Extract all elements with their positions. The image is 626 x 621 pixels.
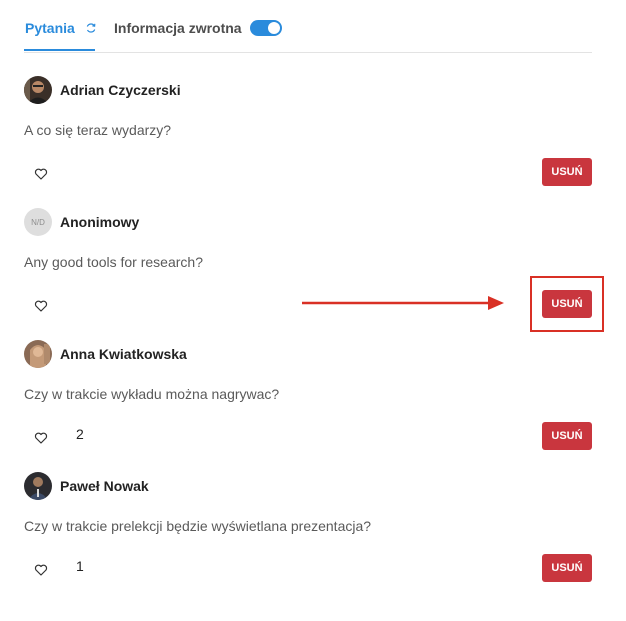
tab-bar: Pytania Informacja zwrotna bbox=[24, 0, 592, 53]
avatar: N/D bbox=[24, 208, 52, 236]
author-name: Anonimowy bbox=[60, 214, 140, 230]
author-name: Anna Kwiatkowska bbox=[60, 346, 187, 362]
like-count: 2 bbox=[76, 426, 84, 442]
toggle-knob bbox=[267, 22, 280, 34]
avatar bbox=[24, 472, 52, 500]
question-item: Adrian Czyczerski A co się teraz wydarzy… bbox=[24, 76, 592, 208]
question-item: Anna Kwiatkowska Czy w trakcie wykładu m… bbox=[24, 340, 592, 472]
tab-feedback-label: Informacja zwrotna bbox=[114, 20, 242, 36]
question-item: N/D Anonimowy Any good tools for researc… bbox=[24, 208, 592, 340]
question-text: Czy w trakcie prelekcji będzie wyświetla… bbox=[24, 518, 372, 534]
heart-icon[interactable] bbox=[34, 167, 48, 181]
active-tab-indicator bbox=[24, 49, 95, 51]
heart-icon[interactable] bbox=[34, 431, 48, 445]
feedback-toggle[interactable] bbox=[249, 20, 282, 36]
question-text: Any good tools for research? bbox=[24, 254, 203, 270]
delete-button[interactable]: USUŃ bbox=[542, 422, 592, 450]
like-count: 1 bbox=[76, 558, 84, 574]
heart-icon[interactable] bbox=[34, 299, 48, 313]
annotation-highlight-box bbox=[530, 276, 604, 332]
tab-questions[interactable]: Pytania bbox=[25, 18, 97, 38]
author-name: Adrian Czyczerski bbox=[60, 82, 181, 98]
question-text: A co się teraz wydarzy? bbox=[24, 122, 172, 138]
question-item: Paweł Nowak Czy w trakcie prelekcji będz… bbox=[24, 472, 592, 604]
refresh-icon[interactable] bbox=[85, 22, 97, 34]
avatar bbox=[24, 76, 52, 104]
heart-icon[interactable] bbox=[34, 563, 48, 577]
delete-button[interactable]: USUŃ bbox=[542, 158, 592, 186]
tab-feedback[interactable]: Informacja zwrotna bbox=[114, 18, 282, 38]
author-name: Paweł Nowak bbox=[60, 478, 149, 494]
avatar bbox=[24, 340, 52, 368]
question-text: Czy w trakcie wykładu można nagrywac? bbox=[24, 386, 280, 402]
delete-button[interactable]: USUŃ bbox=[542, 554, 592, 582]
annotation-arrow bbox=[302, 296, 504, 310]
tab-questions-label: Pytania bbox=[25, 20, 75, 36]
